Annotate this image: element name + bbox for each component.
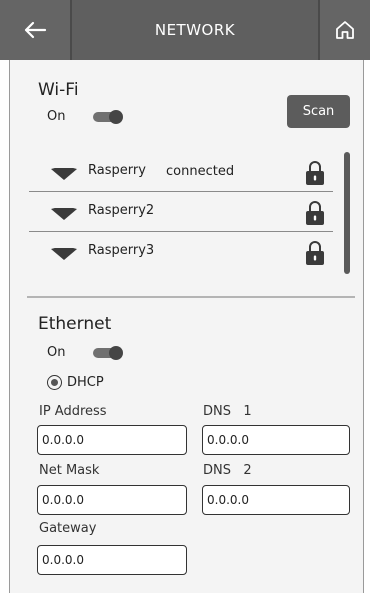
radio-dot	[51, 379, 58, 386]
ip-address-label: IP Address	[39, 404, 107, 419]
scan-button[interactable]: Scan	[287, 95, 350, 128]
wifi-network-name: Rasperry3	[88, 243, 155, 258]
network-panel: Wi-Fi On Scan Rasperry connected Rasperr…	[9, 60, 364, 593]
home-button[interactable]	[318, 0, 370, 60]
wifi-network-list: Rasperry connected Rasperry2 Rasperry3	[29, 152, 333, 272]
wifi-list-scrollbar[interactable]	[344, 152, 350, 274]
ethernet-title: Ethernet	[38, 314, 112, 334]
dhcp-radio[interactable]: DHCP	[47, 375, 104, 390]
page-title: NETWORK	[154, 21, 236, 39]
wifi-network-name: Rasperry2	[88, 203, 155, 218]
section-divider	[27, 296, 355, 298]
wifi-title: Wi-Fi	[38, 80, 79, 100]
back-button[interactable]	[0, 0, 72, 60]
wifi-network-status: connected	[166, 164, 235, 179]
lock-icon	[306, 201, 324, 225]
ethernet-toggle-label: On	[47, 345, 66, 360]
toggle-knob	[109, 109, 123, 124]
gateway-label: Gateway	[39, 521, 97, 536]
dns1-field[interactable]	[202, 425, 350, 455]
gateway-field[interactable]	[37, 545, 187, 575]
app-header: NETWORK	[0, 0, 370, 60]
wifi-signal-icon	[51, 208, 77, 220]
wifi-toggle[interactable]	[93, 109, 123, 124]
wifi-network-name: Rasperry	[88, 163, 146, 178]
lock-icon	[306, 241, 324, 265]
lock-icon	[306, 161, 324, 185]
wifi-signal-icon	[51, 168, 77, 180]
net-mask-label: Net Mask	[39, 463, 100, 478]
home-icon	[336, 21, 354, 39]
toggle-knob	[109, 345, 123, 360]
wifi-network-item[interactable]: Rasperry3	[29, 232, 333, 272]
wifi-toggle-label: On	[47, 109, 66, 124]
ip-address-field[interactable]	[37, 425, 187, 455]
dns2-field[interactable]	[202, 485, 350, 515]
arrow-left-icon	[24, 21, 47, 39]
dns1-label: DNS 1	[203, 404, 252, 419]
wifi-network-item[interactable]: Rasperry connected	[29, 152, 333, 192]
wifi-toggle-row: On	[47, 109, 123, 124]
wifi-network-item[interactable]: Rasperry2	[29, 192, 333, 232]
net-mask-field[interactable]	[37, 485, 187, 515]
ethernet-toggle-row: On	[47, 345, 123, 360]
radio-button-icon	[47, 375, 62, 390]
dhcp-label: DHCP	[67, 375, 104, 390]
wifi-signal-icon	[51, 248, 77, 260]
ethernet-toggle[interactable]	[93, 345, 123, 360]
dns2-label: DNS 2	[203, 463, 252, 478]
